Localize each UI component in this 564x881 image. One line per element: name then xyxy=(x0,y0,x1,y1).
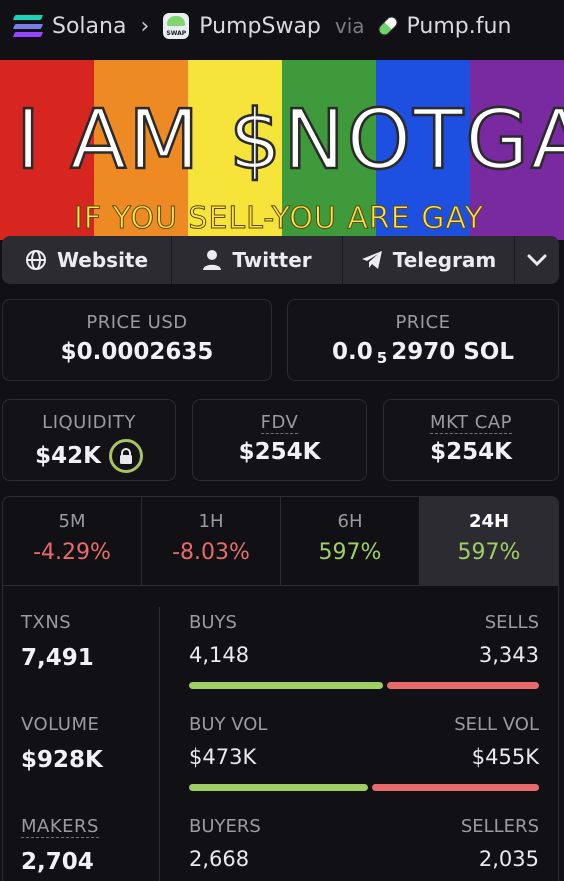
buys-label: BUYS xyxy=(189,612,237,633)
token-banner: I AM $NOTGAY IF YOU SELL-YOU ARE GAY xyxy=(0,60,564,240)
pumpswap-icon xyxy=(163,13,190,39)
chevron-down-icon xyxy=(527,254,547,266)
buy-vol-bar xyxy=(189,784,368,791)
price-native-zeros: 5 xyxy=(376,349,388,367)
banner-headline: I AM $NOTGAY xyxy=(16,93,564,188)
price-native-prefix: 0.0 xyxy=(332,339,373,365)
buyers-label: BUYERS xyxy=(189,816,261,837)
sellers-label: SELLERS xyxy=(460,816,539,837)
banner-text: I AM $NOTGAY IF YOU SELL-YOU ARE GAY xyxy=(15,92,564,237)
twitter-label: Twitter xyxy=(232,248,312,272)
price-usd-label: PRICE USD xyxy=(86,312,188,333)
tab-24h[interactable]: 24H 597% xyxy=(420,497,558,585)
price-native-label: PRICE xyxy=(395,312,451,333)
breadcrumb: Solana › PumpSwap via Pump.fun xyxy=(0,0,564,52)
tab-24h-label: 24H xyxy=(468,511,510,532)
tab-1h-label: 1H xyxy=(198,511,224,532)
pill-icon xyxy=(375,13,400,39)
sell-vol-label: SELL VOL xyxy=(454,714,539,735)
price-usd-card: PRICE USD $0.0002635 xyxy=(2,299,272,381)
more-links-button[interactable] xyxy=(515,236,559,284)
fdv-card: FDV $254K xyxy=(192,399,367,481)
timeframe-tabs: 5M -4.29% 1H -8.03% 6H 597% 24H 597% xyxy=(2,496,559,586)
sells-value: 3,343 xyxy=(478,643,539,667)
makers-value: 2,704 xyxy=(21,849,94,875)
tab-6h-change: 597% xyxy=(318,540,382,565)
sell-vol-bar xyxy=(371,784,539,791)
lock-icon[interactable] xyxy=(108,439,143,473)
chevron-right-icon: › xyxy=(140,13,150,39)
fdv-value: $254K xyxy=(238,439,321,465)
volume-bar xyxy=(189,784,539,791)
tab-5m[interactable]: 5M -4.29% xyxy=(3,497,142,585)
trade-stats: TXNS 7,491 BUYS SELLS 4,148 3,343 VOLUME… xyxy=(2,585,559,881)
sell-vol-value: $455K xyxy=(471,745,539,769)
price-usd-value: $0.0002635 xyxy=(60,339,214,365)
volume-label: VOLUME xyxy=(21,714,100,735)
liquidity-value: $42K xyxy=(35,443,101,469)
globe-icon xyxy=(25,250,46,270)
tab-1h[interactable]: 1H -8.03% xyxy=(142,497,281,585)
txns-row: TXNS 7,491 BUYS SELLS 4,148 3,343 xyxy=(3,612,560,712)
user-icon xyxy=(203,250,222,270)
social-links: Website Twitter Telegram xyxy=(2,236,559,284)
tab-6h[interactable]: 6H 597% xyxy=(281,497,420,585)
buyers-value: 2,668 xyxy=(189,847,250,871)
fdv-label[interactable]: FDV xyxy=(260,412,299,434)
tab-24h-change: 597% xyxy=(457,540,521,565)
price-native-digits: 2970 SOL xyxy=(391,339,514,365)
launchpad-link[interactable]: Pump.fun xyxy=(407,14,512,39)
website-button[interactable]: Website xyxy=(2,236,172,284)
sellers-value: 2,035 xyxy=(478,847,539,871)
buys-sells-bar xyxy=(189,682,539,689)
telegram-label: Telegram xyxy=(392,248,497,272)
tab-1h-change: -8.03% xyxy=(172,540,250,565)
website-label: Website xyxy=(56,248,149,272)
via-label: via xyxy=(334,14,365,38)
telegram-icon xyxy=(361,251,382,269)
buy-vol-value: $473K xyxy=(189,745,257,769)
sells-bar xyxy=(386,682,539,689)
tab-6h-label: 6H xyxy=(337,511,363,532)
mkt-cap-card: MKT CAP $254K xyxy=(383,399,559,481)
banner-tagline: IF YOU SELL-YOU ARE GAY xyxy=(74,201,484,236)
makers-label[interactable]: MAKERS xyxy=(21,816,99,838)
txns-value: 7,491 xyxy=(21,645,94,671)
volume-row: VOLUME $928K BUY VOL SELL VOL $473K $455… xyxy=(3,714,560,814)
price-native-value: 0.0 5 2970 SOL xyxy=(288,339,558,367)
dex-link[interactable]: PumpSwap xyxy=(199,14,321,39)
liquidity-card: LIQUIDITY $42K xyxy=(2,399,176,481)
price-native-card: PRICE 0.0 5 2970 SOL xyxy=(287,299,559,381)
liquidity-label: LIQUIDITY xyxy=(42,412,136,433)
chain-link[interactable]: Solana xyxy=(52,14,126,39)
mkt-cap-label[interactable]: MKT CAP xyxy=(430,412,512,434)
buys-bar xyxy=(189,682,383,689)
buy-vol-label: BUY VOL xyxy=(189,714,268,735)
telegram-button[interactable]: Telegram xyxy=(343,236,515,284)
makers-row: MAKERS 2,704 BUYERS SELLERS 2,668 2,035 xyxy=(3,816,560,881)
mkt-cap-value: $254K xyxy=(430,439,512,465)
solana-icon xyxy=(12,15,44,37)
twitter-button[interactable]: Twitter xyxy=(172,236,343,284)
tab-5m-change: -4.29% xyxy=(33,540,111,565)
volume-value: $928K xyxy=(21,747,103,773)
txns-label: TXNS xyxy=(21,612,72,633)
sells-label: SELLS xyxy=(484,612,539,633)
tab-5m-label: 5M xyxy=(58,511,86,532)
buys-value: 4,148 xyxy=(189,643,250,667)
